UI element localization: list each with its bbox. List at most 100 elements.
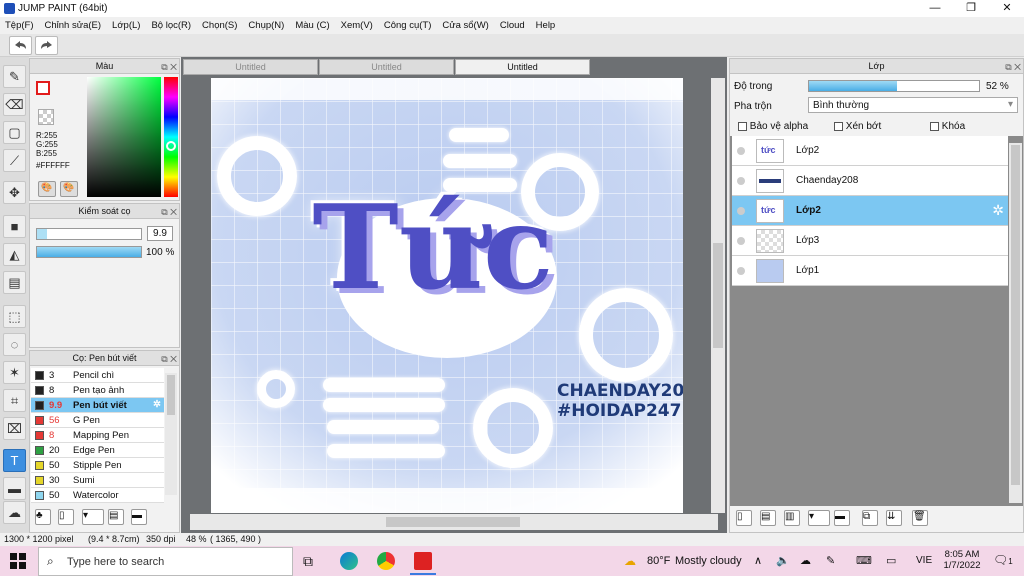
canvas-vscroll-thumb[interactable] [713, 243, 723, 348]
brush-folder-button[interactable]: ▬ [131, 509, 147, 525]
undo-button[interactable] [9, 36, 32, 55]
delete-layer-button[interactable]: 🗑 [912, 510, 928, 526]
menu-cloud[interactable]: Cloud [495, 17, 531, 31]
select-pen-tool[interactable]: ⌗ [3, 389, 26, 412]
cloud-tool[interactable]: ☁ [3, 501, 26, 524]
blend-mode-select[interactable]: Bình thường ▾ [808, 97, 1018, 113]
gradient-tool[interactable]: ▤ [3, 271, 26, 294]
magic-wand-tool[interactable]: ✶ [3, 361, 26, 384]
lasso-tool[interactable]: ◌ [3, 333, 26, 356]
brush-item[interactable]: 20 Edge Pen [31, 443, 164, 458]
menu-help[interactable]: Help [531, 17, 562, 31]
protect-alpha-checkbox[interactable] [738, 121, 747, 131]
canvas-vscrollbar[interactable] [711, 78, 725, 513]
brush-settings-button[interactable]: ▤ [108, 509, 124, 525]
canvas-hscrollbar[interactable] [190, 514, 718, 530]
duplicate-layer-button[interactable]: ⧉ [862, 510, 878, 526]
fill-rect-tool[interactable]: ■ [3, 215, 26, 238]
menu-file[interactable]: Tệp(F) [0, 17, 40, 31]
visibility-icon[interactable] [737, 267, 745, 275]
brush-menu-button[interactable]: ▾ [82, 509, 104, 525]
visibility-icon[interactable] [737, 147, 745, 155]
brush-item[interactable]: 30 Sumi [31, 473, 164, 488]
merge-layer-button[interactable]: ⇊ [886, 510, 902, 526]
input-language[interactable]: VIE [916, 555, 932, 566]
start-button[interactable] [10, 553, 26, 569]
hue-handle[interactable] [166, 141, 176, 151]
new-layer-button[interactable]: ▯ [736, 510, 752, 526]
document-canvas[interactable]: Tức CHAENDAY208 #HOIDAP247 [211, 78, 683, 513]
layer-folder-button[interactable]: ▬ [834, 510, 850, 526]
layer-list-scrollbar[interactable] [1009, 143, 1022, 503]
ruler-tool[interactable]: ▬ [3, 477, 26, 500]
menu-color[interactable]: Màu (C) [290, 17, 335, 31]
brush-item[interactable]: 3 Pencil chì [31, 368, 164, 383]
panel-window-icons[interactable]: ⧉ ✕ [1005, 60, 1021, 74]
doc-tab-3[interactable]: Untitled [455, 59, 590, 75]
edge-taskbar-button[interactable] [340, 552, 358, 570]
brush-tool[interactable]: ✎ [3, 65, 26, 88]
size-slider[interactable] [36, 228, 142, 240]
new-brush-button[interactable]: ▯ [58, 509, 74, 525]
weather-temp[interactable]: 80°F [647, 555, 670, 567]
menu-view[interactable]: Xem(V) [336, 17, 379, 31]
pen-icon[interactable]: ✎ [826, 554, 835, 567]
panel-window-icons[interactable]: ⧉ ✕ [161, 352, 177, 366]
doc-tab-2[interactable]: Untitled [319, 59, 454, 75]
layer-item[interactable]: tức Lớp2 [732, 136, 1008, 166]
menu-window[interactable]: Cửa sổ(W) [437, 17, 494, 31]
layer-item[interactable]: Lớp3 [732, 226, 1008, 256]
jumppaint-taskbar-button[interactable] [414, 552, 432, 570]
visibility-icon[interactable] [737, 177, 745, 185]
brush-item[interactable]: 9.9 Pen bút viết ✲ [31, 398, 164, 413]
rect-select-tool[interactable]: ⬚ [3, 305, 26, 328]
clock[interactable]: 8:05 AM 1/7/2022 [942, 549, 982, 571]
network-icon[interactable]: ☁ [800, 554, 811, 567]
redo-button[interactable] [35, 36, 58, 55]
menu-filter[interactable]: Bộ lọc(R) [146, 17, 197, 31]
layer-item[interactable]: Chaenday208 [732, 166, 1008, 196]
doc-tab-1[interactable]: Untitled [183, 59, 318, 75]
menu-tools[interactable]: Công cụ(T) [379, 17, 438, 31]
minimize-button[interactable]: — [918, 0, 952, 17]
notification-button[interactable]: 🗨1 [993, 553, 1013, 567]
new-raster-button[interactable]: ▤ [760, 510, 776, 526]
brush-list-scroll-thumb[interactable] [167, 375, 175, 415]
menu-layer[interactable]: Lớp(L) [107, 17, 146, 31]
line-tool[interactable]: ⟋ [3, 149, 26, 172]
brush-item[interactable]: 56 G Pen [31, 413, 164, 428]
visibility-icon[interactable] [737, 237, 745, 245]
menu-capture[interactable]: Chụp(N) [243, 17, 290, 31]
taskbar-search[interactable]: ⌕ Type here to search [38, 547, 293, 576]
chrome-taskbar-button[interactable] [377, 552, 395, 570]
task-view-button[interactable]: ⧉ [303, 553, 313, 570]
new-tone-button[interactable]: ▥ [784, 510, 800, 526]
rect-shape-tool[interactable]: ▢ [3, 121, 26, 144]
panel-window-icons[interactable]: ⧉ ✕ [161, 60, 177, 74]
bucket-tool[interactable]: ◭ [3, 243, 26, 266]
panel-window-icons[interactable]: ⧉ ✕ [161, 205, 177, 219]
opacity-slider[interactable] [36, 246, 142, 258]
move-tool[interactable]: ✥ [3, 181, 26, 204]
select-eraser-tool[interactable]: ⌧ [3, 417, 26, 440]
layer-item[interactable]: tức Lớp2 ✲ [732, 196, 1008, 226]
hue-slider[interactable] [164, 77, 178, 197]
keyboard-icon[interactable]: ⌨ [856, 554, 872, 567]
transparent-color[interactable] [38, 109, 54, 125]
layer-scroll-thumb[interactable] [1011, 145, 1020, 485]
gear-icon[interactable]: ✲ [153, 399, 161, 410]
layer-menu-button[interactable]: ▾ [808, 510, 830, 526]
size-value[interactable]: 9.9 [147, 226, 173, 241]
layer-item[interactable]: Lớp1 [732, 256, 1008, 286]
gear-icon[interactable]: ✲ [992, 202, 1004, 219]
close-button[interactable]: ✕ [990, 0, 1024, 17]
visibility-icon[interactable] [737, 207, 745, 215]
brush-tree-button[interactable]: ♣ [35, 509, 51, 525]
palette-button[interactable]: 🎨 [38, 181, 56, 197]
onscreen-keyboard-icon[interactable]: ▭ [886, 554, 896, 567]
eraser-tool[interactable]: ⌫ [3, 93, 26, 116]
brush-item[interactable]: 50 Watercolor [31, 488, 164, 503]
brush-list-scrollbar[interactable] [165, 373, 177, 495]
weather-desc[interactable]: Mostly cloudy [675, 555, 742, 567]
maximize-button[interactable]: ❐ [954, 0, 988, 17]
